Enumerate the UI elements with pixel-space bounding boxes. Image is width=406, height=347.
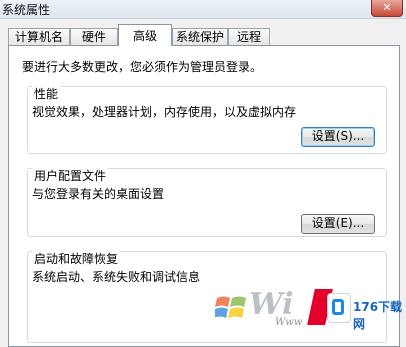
startup-recovery-title: 启动和故障恢复 xyxy=(32,250,121,267)
close-icon: ✕ xyxy=(382,1,392,14)
tab-system-protection[interactable]: 系统保护 xyxy=(172,28,228,45)
tab-hardware[interactable]: 硬件 xyxy=(70,28,118,45)
user-profiles-description: 与您登录有关的桌面设置 xyxy=(32,187,165,201)
close-button[interactable]: ✕ xyxy=(371,0,403,17)
admin-note: 要进行大多数更改，您必须作为管理员登录。 xyxy=(22,60,263,74)
system-properties-window: 系统属性 ✕ 计算机名 硬件 高级 系统保护 远程 要进行大多数更改，您必须作为… xyxy=(0,0,406,347)
user-profiles-title: 用户配置文件 xyxy=(32,167,109,184)
tab-advanced[interactable]: 高级 xyxy=(118,24,172,46)
watermark: Wi Www 176下载网 xyxy=(215,285,406,333)
startup-recovery-description: 系统启动、系统失败和调试信息 xyxy=(32,270,201,284)
windows-flag-icon xyxy=(215,296,246,318)
performance-group: 性能 视觉效果，处理器计划，内存使用，以及虚拟内存 设置(S)... xyxy=(27,85,387,154)
performance-title: 性能 xyxy=(32,85,61,102)
tab-remote[interactable]: 远程 xyxy=(228,28,270,45)
watermark-site-logo-icon xyxy=(327,293,351,323)
title-bar[interactable]: 系统属性 ✕ xyxy=(0,0,406,19)
performance-description: 视觉效果，处理器计划，内存使用，以及虚拟内存 xyxy=(32,105,297,119)
watermark-site-text: 176下载网 xyxy=(353,300,403,331)
performance-settings-button[interactable]: 设置(S)... xyxy=(301,127,375,147)
watermark-small-text: Www xyxy=(275,317,303,328)
user-profiles-settings-button[interactable]: 设置(E)... xyxy=(301,214,375,234)
tab-computer-name[interactable]: 计算机名 xyxy=(8,28,70,45)
window-title: 系统属性 xyxy=(2,3,51,17)
user-profiles-group: 用户配置文件 与您登录有关的桌面设置 设置(E)... xyxy=(27,167,387,237)
